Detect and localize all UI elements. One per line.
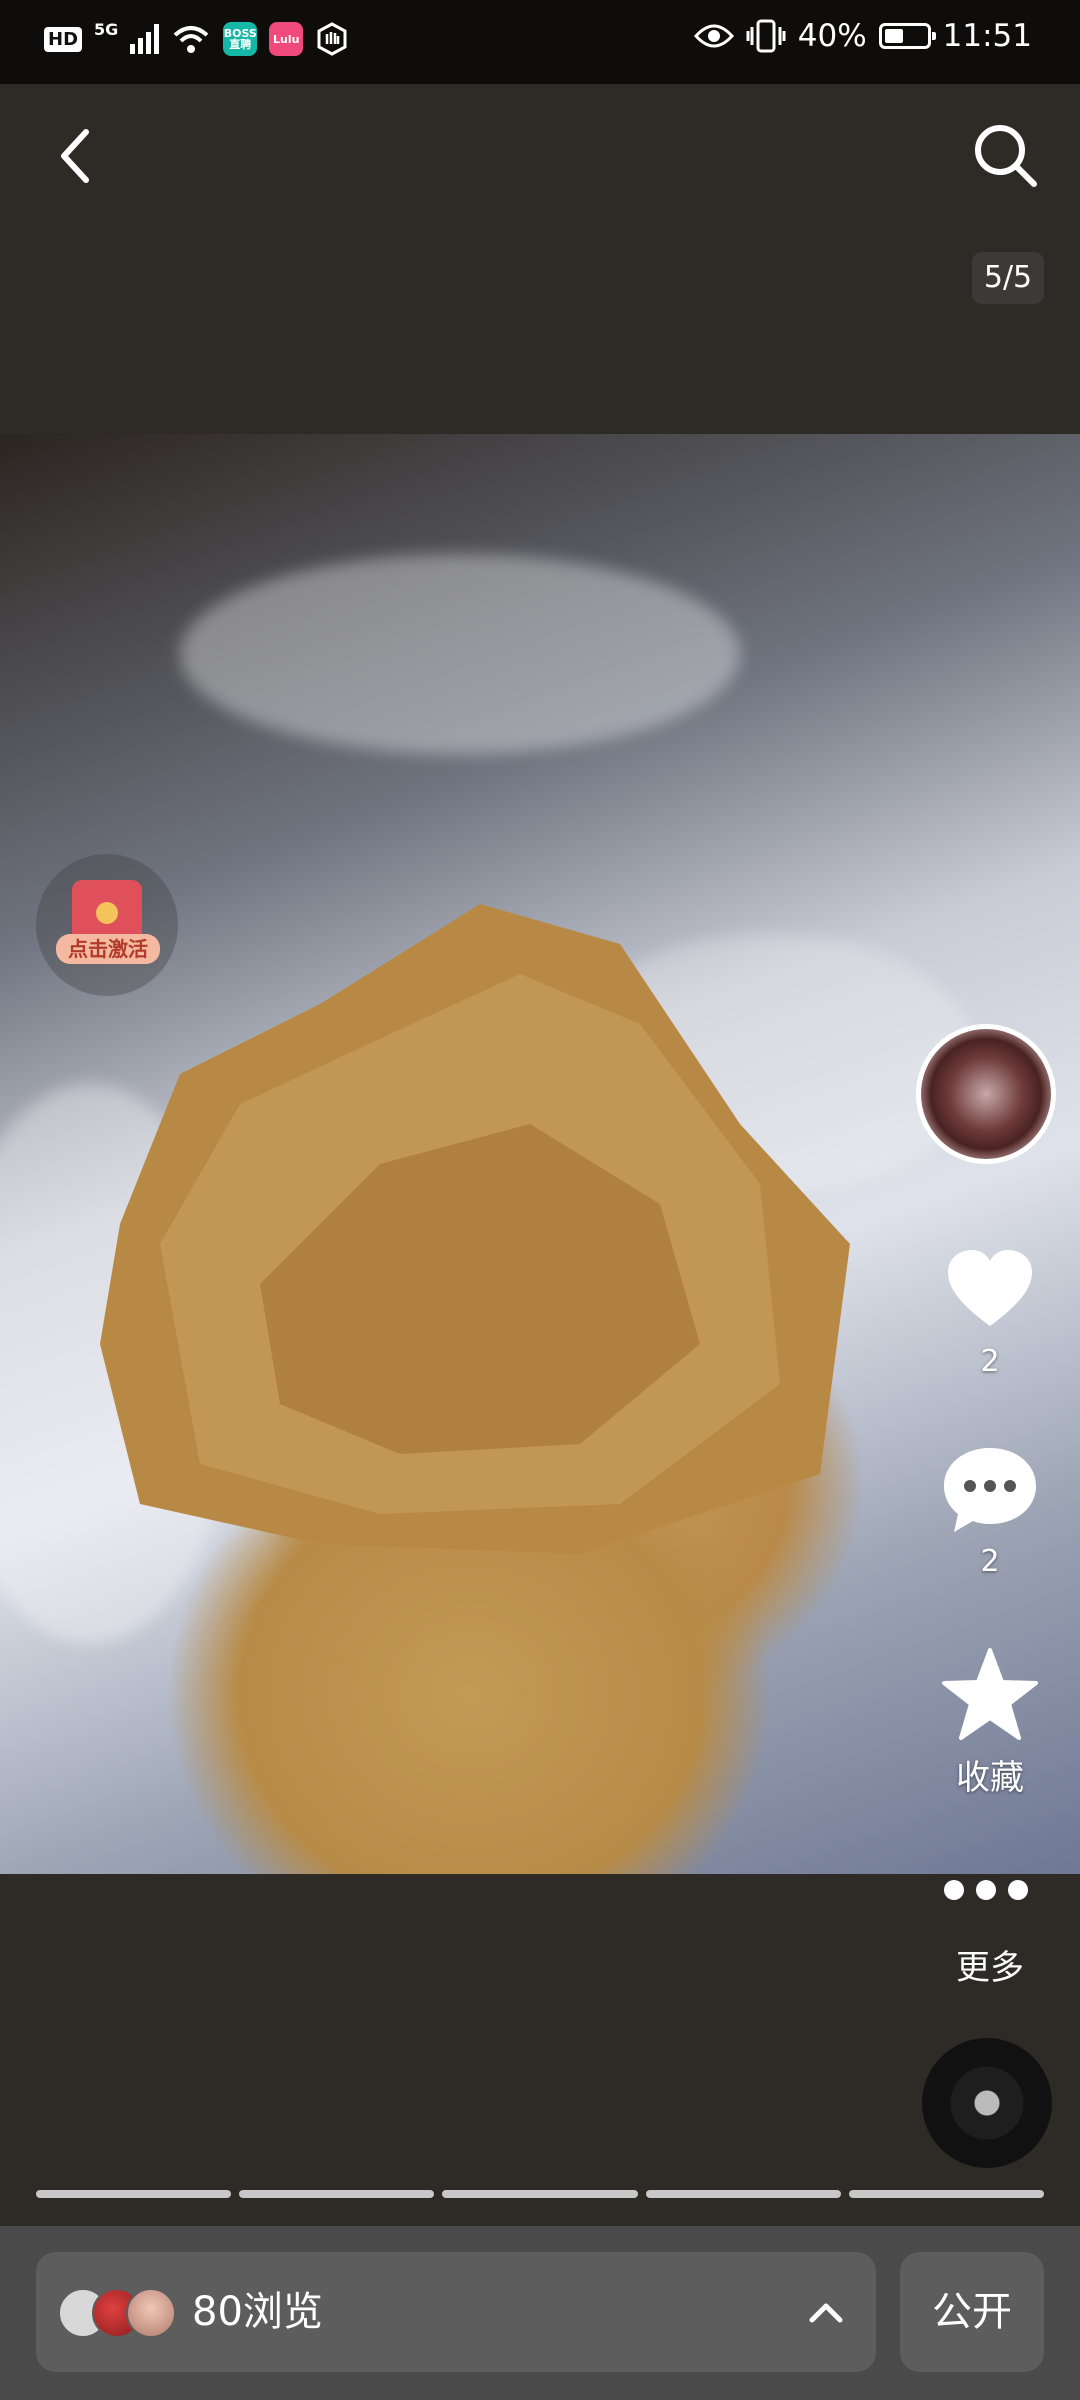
page-indicator: 5/5 (972, 252, 1044, 304)
progress-segment (442, 2190, 638, 2198)
star-icon (942, 1648, 1038, 1740)
comment-icon (944, 1448, 1036, 1532)
battery-percent: 40% (797, 18, 867, 54)
promo-label: 点击激活 (56, 934, 160, 964)
favorite-label: 收藏 (956, 1758, 1024, 1798)
comment-button[interactable]: 2 (930, 1440, 1050, 1579)
eye-icon (693, 24, 734, 48)
chevron-up-icon (809, 2303, 843, 2323)
network-type: 5G (94, 19, 119, 39)
more-icon[interactable] (944, 1880, 1028, 1900)
bottom-bar: 80浏览 公开 (0, 2226, 1080, 2400)
progress-segment (36, 2190, 232, 2198)
progress-segment (239, 2190, 435, 2198)
views-count: 80浏览 (192, 2289, 323, 2335)
hd-badge: HD (44, 26, 83, 52)
promo-activate-button[interactable]: 点击激活 (36, 854, 178, 996)
chevron-left-icon (61, 129, 89, 183)
wifi-icon (173, 26, 209, 53)
vibrate-icon (746, 19, 786, 53)
public-button[interactable]: 公开 (900, 2252, 1044, 2372)
author-avatar[interactable] (916, 1024, 1056, 1164)
post-photo[interactable]: 点击激活 (0, 434, 1080, 1874)
like-button[interactable]: 2 (930, 1240, 1050, 1379)
search-icon (975, 125, 1037, 187)
lulu-app-icon: Lulu (269, 22, 304, 56)
search-button[interactable] (970, 120, 1040, 190)
viewer-avatar (126, 2288, 176, 2338)
heart-icon (948, 1250, 1032, 1326)
status-bar: HD 5G BOSS直聘 Lulu 40% 11:51 (0, 0, 1080, 84)
image-progress (36, 2190, 1045, 2198)
back-button[interactable] (50, 120, 110, 190)
battery-icon (878, 23, 936, 49)
progress-segment (848, 2190, 1045, 2198)
brown-sugar-image (100, 904, 850, 1554)
views-panel-button[interactable]: 80浏览 (36, 2252, 876, 2372)
hand-icon (317, 22, 347, 56)
signal-icon (130, 24, 160, 54)
like-count: 2 (980, 1344, 1000, 1379)
music-disc-icon[interactable] (922, 2038, 1052, 2168)
more-label[interactable]: 更多 (930, 1940, 1050, 1989)
clock: 11:51 (942, 18, 1032, 54)
progress-segment (645, 2190, 841, 2198)
favorite-button[interactable]: 收藏 (930, 1646, 1050, 1799)
boss-app-icon: BOSS直聘 (223, 22, 258, 56)
comment-count: 2 (980, 1544, 1000, 1579)
